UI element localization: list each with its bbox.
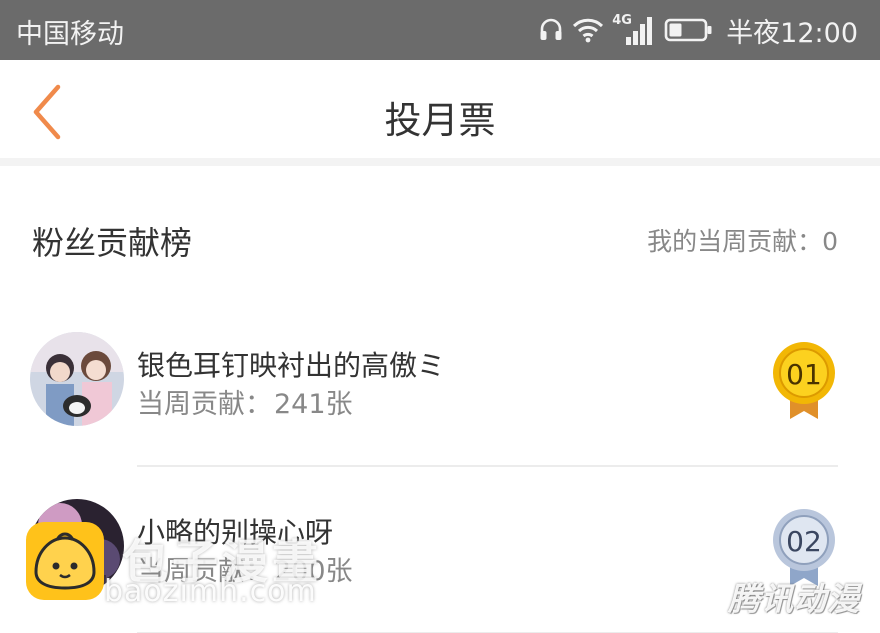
- carrier-name: 中国移动: [16, 19, 124, 50]
- watermark-url: baozimh.com: [104, 574, 317, 609]
- wifi-icon: [572, 17, 604, 43]
- contribution-label: 当周贡献：: [137, 389, 272, 420]
- fan-contribution: 当周贡献：241张: [137, 382, 353, 421]
- contribution-value: 241张: [274, 389, 353, 420]
- fan-contribution-header: 粉丝贡献榜 我的当周贡献：0: [0, 174, 880, 300]
- nav-bar: 投月票: [0, 60, 880, 166]
- my-weekly-contribution: 我的当周贡献：0: [647, 227, 838, 256]
- status-bar: 中国移动 4G 半夜12:00: [0, 0, 880, 60]
- status-clock: 半夜12:00: [726, 17, 858, 49]
- page-title: 投月票: [384, 99, 496, 142]
- avatar[interactable]: [30, 332, 124, 426]
- status-icons: 4G 半夜12:00: [538, 10, 858, 50]
- rank-number: 02: [786, 525, 822, 558]
- headphones-icon: [538, 17, 564, 43]
- baozi-logo-icon: [26, 522, 104, 600]
- rank-medal-gold: 01: [770, 340, 838, 420]
- section-title: 粉丝贡献榜: [32, 224, 193, 262]
- tencent-comic-watermark: 腾讯动漫: [727, 580, 860, 618]
- battery-icon: [664, 17, 714, 43]
- fan-name: 银色耳钉映衬出的高傲ミ: [137, 349, 446, 382]
- baozi-watermark: 包子漫畫 baozimh.com: [26, 522, 326, 612]
- ranking-row[interactable]: 银色耳钉映衬出的高傲ミ 当周贡献：241张 01: [0, 300, 880, 467]
- rank-number: 01: [786, 358, 822, 391]
- signal-icon: 4G: [612, 13, 656, 47]
